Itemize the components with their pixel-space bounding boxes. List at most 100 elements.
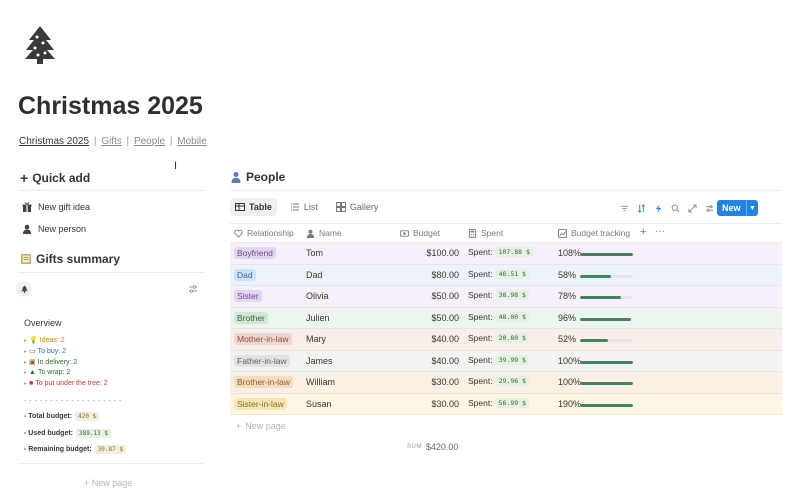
tab-list[interactable]: List xyxy=(285,198,323,216)
breadcrumb-separator: | xyxy=(169,136,173,147)
spent-label: Spent: xyxy=(468,311,493,322)
spent-value[interactable]: Spent: 39.99 $ xyxy=(468,354,529,365)
spent-amount: 39.99 $ xyxy=(495,354,529,365)
overview-item-label: To wrap: 2 xyxy=(37,369,71,376)
tab-gallery[interactable]: Gallery xyxy=(331,198,384,216)
relationship-tag[interactable]: Dad xyxy=(234,268,256,281)
table-row[interactable]: Brother Julien $50.00 Spent: 48.00 $ 96% xyxy=(230,307,782,329)
spent-amount: 56.99 $ xyxy=(495,397,529,408)
spent-value[interactable]: Spent: 46.51 $ xyxy=(468,268,529,279)
automation-icon[interactable] xyxy=(652,202,664,214)
budget-value[interactable]: $40.00 xyxy=(431,334,459,344)
spent-label: Spent: xyxy=(468,397,493,408)
sort-icon[interactable] xyxy=(635,202,647,214)
tracking-progress-bar xyxy=(580,360,633,364)
column-header-budget[interactable]: Budget xyxy=(400,228,440,238)
budget-value[interactable]: $50.00 xyxy=(431,291,459,301)
relationship-tag[interactable]: Brother-in-law xyxy=(234,376,293,388)
column-label: Name xyxy=(319,228,342,238)
sliders-icon[interactable] xyxy=(188,284,198,294)
christmas-tree-icon[interactable] xyxy=(22,24,58,64)
budget-value[interactable]: $30.00 xyxy=(431,399,459,409)
relationship-tag[interactable]: Brother xyxy=(234,311,268,324)
settings-sliders-icon[interactable] xyxy=(703,202,715,214)
spent-value[interactable]: Spent: 107.88 $ xyxy=(468,247,533,257)
tracking-progress-bar xyxy=(580,317,633,321)
add-column-icon[interactable]: + xyxy=(640,226,646,238)
chevron-down-icon[interactable]: ▼ xyxy=(746,200,758,216)
relationship-tag[interactable]: Boyfriend xyxy=(234,247,276,259)
budget-value[interactable]: $30.00 xyxy=(431,377,459,387)
budget-value[interactable]: $50.00 xyxy=(431,313,459,323)
spent-amount: 29.96 $ xyxy=(495,376,529,386)
new-button-label: New xyxy=(722,203,741,213)
tracking-percent: 96% xyxy=(558,312,577,323)
new-person-button[interactable]: New person xyxy=(22,220,86,238)
relationship-tag[interactable]: Sister-in-law xyxy=(234,397,287,410)
breadcrumb-link-mobile[interactable]: Mobile xyxy=(177,136,206,147)
overview-card[interactable]: Overview ▸ 💡 Ideas: 2 ▸ ▭ To buy: 2 ▸ ▣ … xyxy=(18,308,204,464)
tracking-percent: 190% xyxy=(558,398,582,409)
person-name[interactable]: Olivia xyxy=(306,291,329,301)
breadcrumb-link-people[interactable]: People xyxy=(134,136,165,147)
table-row[interactable]: Mother-in-law Mary $40.00 Spent: 20.80 $ 52% xyxy=(230,329,782,351)
tree-icon xyxy=(20,284,28,293)
breadcrumb-link-gifts[interactable]: Gifts xyxy=(101,136,122,147)
tracking-progress-fill xyxy=(580,296,622,299)
budget-sum[interactable]: SUM $420.00 xyxy=(407,442,458,452)
budget-value[interactable]: $80.00 xyxy=(431,270,459,280)
person-name[interactable]: William xyxy=(306,377,335,387)
new-page-button[interactable]: + New page xyxy=(84,478,132,488)
person-name[interactable]: Mary xyxy=(306,334,326,344)
more-options-icon[interactable]: ··· xyxy=(655,226,665,237)
relationship-tag[interactable]: Sister xyxy=(234,290,262,302)
search-icon[interactable] xyxy=(669,202,681,214)
spent-value[interactable]: Spent: 29.96 $ xyxy=(468,376,529,386)
tracking-progress-bar xyxy=(580,339,633,342)
breadcrumb-current[interactable]: Christmas 2025 xyxy=(19,136,89,147)
table-row[interactable]: Brother-in-law William $30.00 Spent: 29.96 $… xyxy=(230,372,782,394)
table-row[interactable]: Boyfriend Tom $100.00 Spent: 107.88 $ 108% xyxy=(230,243,782,265)
person-name[interactable]: Dad xyxy=(306,270,323,280)
dashed-separator: - - - - - - - - - - - - - - - - - - - xyxy=(24,398,122,405)
overview-item-in-delivery: ▸ ▣ In delivery: 2 xyxy=(24,358,77,367)
person-name[interactable]: James xyxy=(306,356,333,366)
spent-value[interactable]: Spent: 38.98 $ xyxy=(468,290,529,300)
divider xyxy=(230,190,782,191)
table-row[interactable]: Sister-in-law Susan $30.00 Spent: 56.99 $ 190… xyxy=(230,393,782,415)
new-gift-idea-button[interactable]: New gift idea xyxy=(22,198,90,216)
budget-value[interactable]: $40.00 xyxy=(431,356,459,366)
budget-value[interactable]: $100.00 xyxy=(426,248,459,258)
overview-item-label: To put under the tree: 2 xyxy=(35,380,108,387)
column-header-spent[interactable]: Spent xyxy=(468,228,503,238)
person-name[interactable]: Susan xyxy=(306,399,332,409)
table-row[interactable]: Dad Dad $80.00 Spent: 46.51 $ 58% xyxy=(230,264,782,286)
spent-label: Spent: xyxy=(468,333,493,343)
new-entry-button[interactable]: New ▼ xyxy=(717,200,758,216)
tracking-progress-fill xyxy=(580,253,633,256)
plus-icon: + xyxy=(20,170,29,186)
person-icon xyxy=(306,229,315,238)
column-header-name[interactable]: Name xyxy=(306,228,342,238)
tab-table[interactable]: Table xyxy=(230,198,277,216)
spent-label: Spent: xyxy=(468,268,493,279)
expand-icon[interactable] xyxy=(686,202,698,214)
filter-icon[interactable] xyxy=(618,202,630,214)
person-name[interactable]: Julien xyxy=(306,313,330,323)
plus-icon: + xyxy=(236,421,242,431)
table-new-page-button[interactable]: + New page xyxy=(236,421,286,431)
total-budget-label: - Total budget: xyxy=(24,413,73,420)
relationship-tag[interactable]: Father-in-law xyxy=(234,354,290,367)
spent-amount: 107.88 $ xyxy=(495,247,533,257)
relationship-tag[interactable]: Mother-in-law xyxy=(234,333,292,345)
column-header-relationship[interactable]: Relationship xyxy=(234,228,294,238)
new-gift-idea-label: New gift idea xyxy=(38,202,91,212)
table-row[interactable]: Father-in-law James $40.00 Spent: 39.99 $ 100… xyxy=(230,350,782,372)
spent-value[interactable]: Spent: 56.99 $ xyxy=(468,397,529,408)
table-row[interactable]: Sister Olivia $50.00 Spent: 38.98 $ 78% xyxy=(230,286,782,308)
column-header-budget-tracking[interactable]: Budget tracking xyxy=(558,228,630,238)
tree-filter-button[interactable] xyxy=(16,281,32,297)
spent-value[interactable]: Spent: 48.00 $ xyxy=(468,311,529,322)
spent-value[interactable]: Spent: 20.80 $ xyxy=(468,333,529,343)
person-name[interactable]: Tom xyxy=(306,248,323,258)
